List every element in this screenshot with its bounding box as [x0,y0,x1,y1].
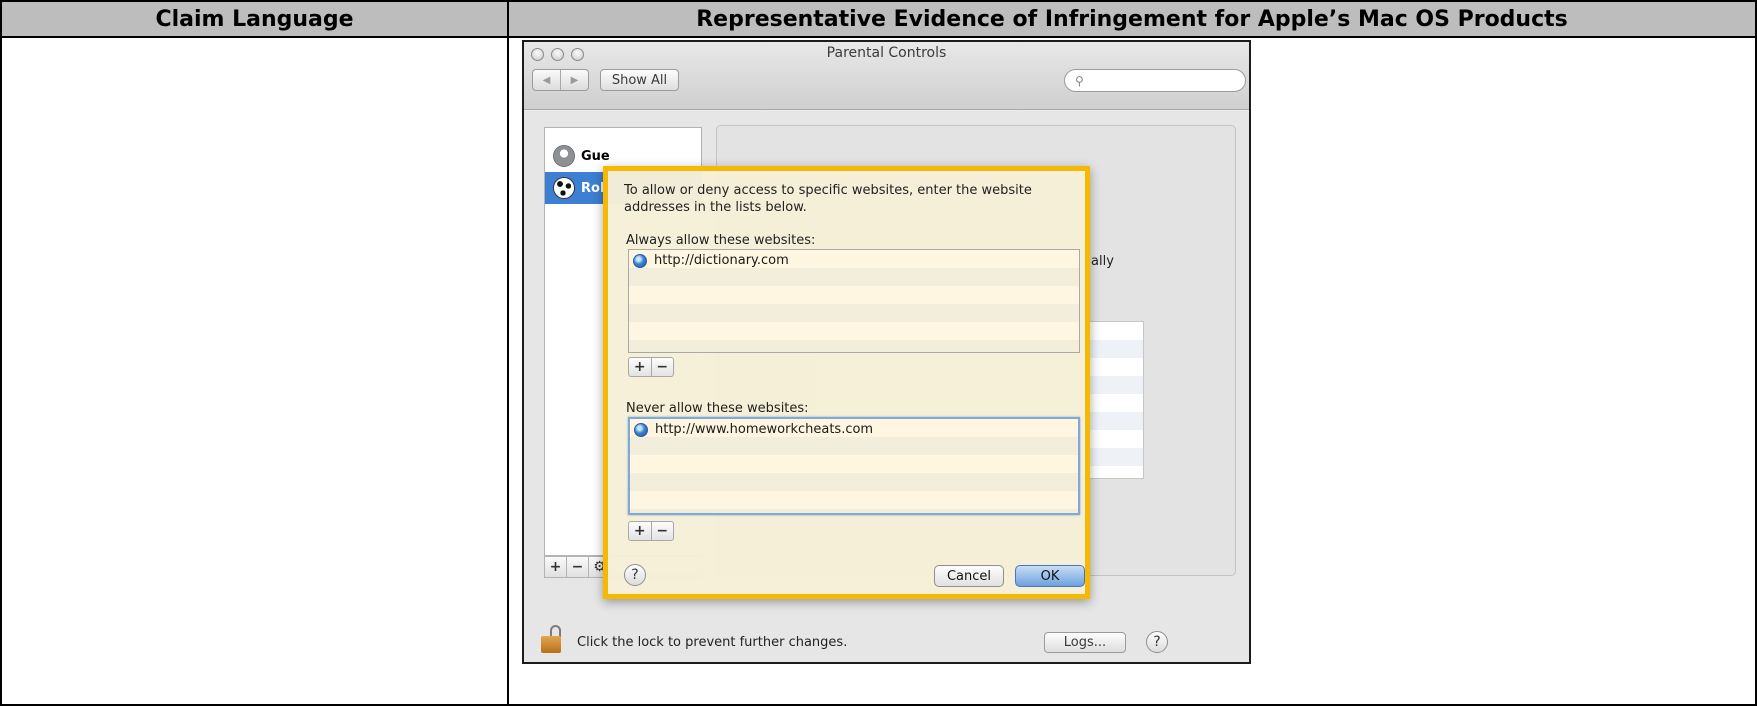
always-allow-list[interactable]: http://dictionary.com [628,249,1080,353]
panel-partial-text: ally [1091,254,1114,269]
soccer-ball-icon [553,177,575,199]
never-allow-list[interactable]: http://www.homeworkcheats.com [628,417,1080,515]
add-site-button[interactable]: + [629,358,651,376]
list-item[interactable]: http://www.homeworkcheats.com [634,422,873,437]
always-list-controls: + − [628,357,674,377]
footer-help-button[interactable]: ? [1146,631,1168,653]
window-content: Gue Roll + − ⚙ ally Click the lock to pr… [524,111,1249,662]
claim-language-cell [0,36,509,706]
cancel-button[interactable]: Cancel [934,565,1004,587]
window-title: Parental Controls [826,45,947,61]
lock-text: Click the lock to prevent further change… [577,635,848,650]
search-field[interactable]: ⚲ [1064,69,1246,92]
forward-arrow-icon[interactable]: ▶ [560,70,588,90]
dialog-instruction: To allow or deny access to specific webs… [624,183,1032,215]
globe-icon [633,253,647,268]
globe-icon [634,422,648,437]
search-icon: ⚲ [1075,74,1084,88]
site-url: http://www.homeworkcheats.com [655,422,874,437]
always-allow-label: Always allow these websites: [626,233,816,248]
remove-user-button[interactable]: − [567,557,589,577]
site-url: http://dictionary.com [654,253,789,268]
remove-site-button[interactable]: − [650,358,674,376]
window-footer: Click the lock to prevent further change… [524,611,1249,662]
dialog-help-button[interactable]: ? [624,564,646,586]
user-label: Gue [581,148,610,164]
back-forward-control: ◀ ▶ [532,69,589,91]
add-site-button[interactable]: + [629,522,651,540]
logs-button[interactable]: Logs... [1044,632,1126,653]
parental-controls-screenshot: Parental Controls ◀ ▶ Show All ⚲ Gue Rol… [522,40,1251,664]
website-restrictions-sheet: To allow or deny access to specific webs… [603,166,1090,599]
ok-button[interactable]: OK [1015,565,1085,587]
never-allow-label: Never allow these websites: [626,401,809,416]
evidence-header: Representative Evidence of Infringement … [507,0,1757,38]
back-arrow-icon[interactable]: ◀ [533,70,560,90]
list-item[interactable]: http://dictionary.com [633,253,789,268]
guest-icon [553,145,575,167]
remove-site-button[interactable]: − [650,522,674,540]
never-list-controls: + − [628,521,674,541]
header-row: Claim Language Representative Evidence o… [0,0,1757,38]
add-user-button[interactable]: + [545,557,567,577]
window-titlebar: Parental Controls ◀ ▶ Show All ⚲ [524,42,1249,110]
claim-language-header: Claim Language [0,0,509,38]
lock-icon[interactable] [541,625,563,653]
show-all-button[interactable]: Show All [600,69,679,91]
